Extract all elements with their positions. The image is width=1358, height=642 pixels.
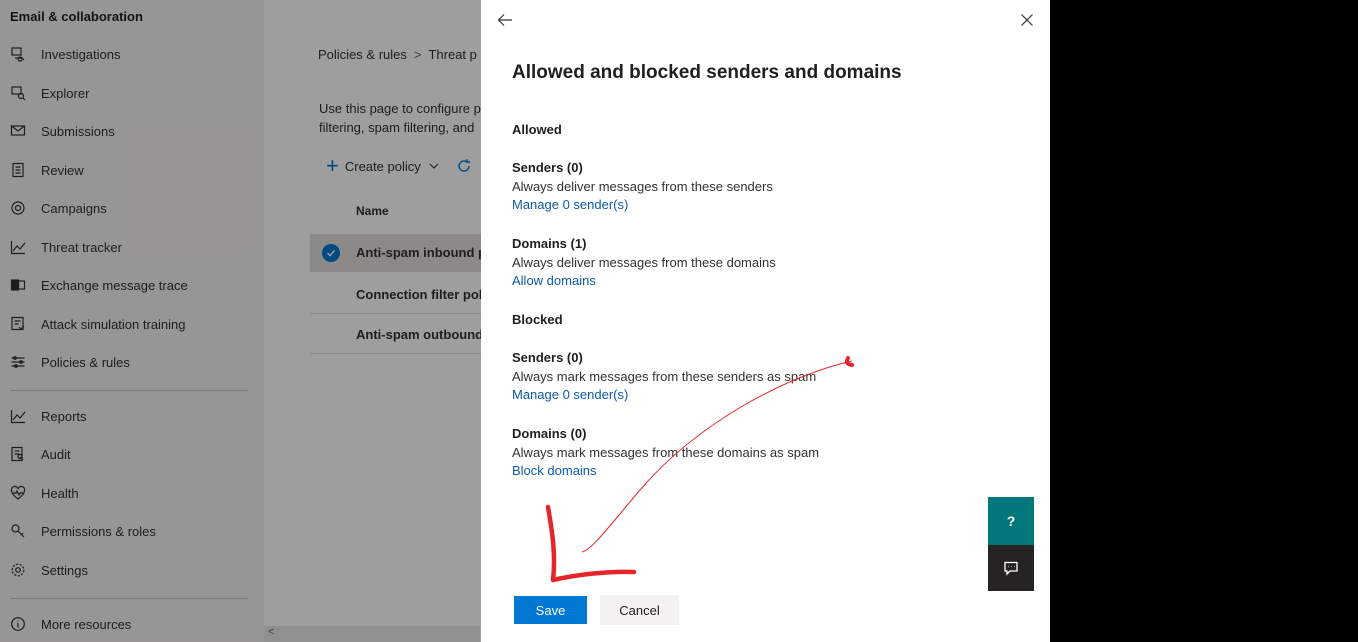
close-icon bbox=[1021, 14, 1033, 26]
back-button[interactable] bbox=[495, 10, 515, 30]
allowed-heading: Allowed bbox=[512, 122, 562, 137]
block-domains-link[interactable]: Block domains bbox=[512, 463, 597, 478]
manage-allowed-senders-link[interactable]: Manage 0 sender(s) bbox=[512, 197, 628, 212]
close-button[interactable] bbox=[1017, 10, 1037, 30]
allowed-domains-desc: Always deliver messages from these domai… bbox=[512, 255, 776, 270]
blocked-domains-desc: Always mark messages from these domains … bbox=[512, 445, 820, 460]
save-button[interactable]: Save bbox=[514, 596, 587, 624]
panel-title: Allowed and blocked senders and domains bbox=[512, 62, 902, 83]
blocked-senders-desc: Always mark messages from these senders … bbox=[512, 369, 817, 384]
blocked-heading: Blocked bbox=[512, 312, 563, 327]
flyout-panel: Allowed and blocked senders and domains … bbox=[481, 0, 1050, 642]
manage-blocked-senders-link[interactable]: Manage 0 sender(s) bbox=[512, 387, 628, 402]
allowed-senders-title: Senders (0) bbox=[512, 160, 583, 175]
allow-domains-link[interactable]: Allow domains bbox=[512, 273, 596, 288]
blocked-senders-title: Senders (0) bbox=[512, 350, 583, 365]
feedback-icon bbox=[1004, 561, 1018, 576]
arrow-left-icon bbox=[497, 14, 512, 26]
help-button[interactable]: ? bbox=[988, 497, 1034, 545]
allowed-senders-desc: Always deliver messages from these sende… bbox=[512, 179, 773, 194]
feedback-button[interactable] bbox=[988, 545, 1034, 591]
blocked-domains-title: Domains (0) bbox=[512, 426, 587, 441]
help-icon: ? bbox=[1006, 513, 1016, 529]
allowed-domains-title: Domains (1) bbox=[512, 236, 587, 251]
cancel-button[interactable]: Cancel bbox=[600, 595, 679, 625]
